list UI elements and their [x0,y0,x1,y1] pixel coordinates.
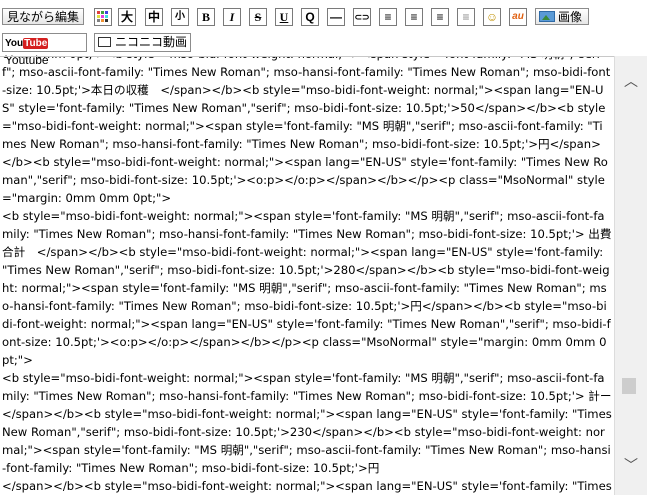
align-left-button[interactable]: ≡ [379,8,397,26]
niconico-button-label: ニコニコ動画 [115,35,188,49]
au-emoji-button[interactable]: au [509,8,527,26]
youtube-button[interactable]: YouTube Youtube [2,33,87,67]
color-grid-icon[interactable] [94,8,112,26]
niconico-button[interactable]: ニコニコ動画 [94,33,191,52]
emoji-button[interactable]: ☺ [483,8,501,26]
scroll-down-icon[interactable]: ﹀ [615,454,647,476]
quote-button[interactable]: Q [301,8,319,26]
font-medium-button[interactable]: 中 [145,8,163,26]
image-button[interactable]: 画像 [535,8,589,25]
html-source-content: 0mm 0mm 0pt; ><b style="mso-bidi-font-we… [2,57,612,493]
scroll-up-icon[interactable]: ︿ [615,70,647,92]
underline-button[interactable]: U [275,8,293,26]
image-button-label: 画像 [558,10,583,24]
html-source-textarea[interactable]: 0mm 0mm 0pt; ><b style="mso-bidi-font-we… [0,56,614,495]
bold-button[interactable]: B [197,8,215,26]
font-large-button[interactable]: 大 [118,8,136,26]
scroll-thumb[interactable] [622,378,636,395]
wysiwyg-toggle-button[interactable]: 見ながら編集 [2,8,85,25]
align-right-button[interactable]: ≡ [405,8,423,26]
hr-button[interactable]: — [327,8,345,26]
strike-button[interactable]: S [249,8,267,26]
editor-toolbar: 見ながら編集 大 中 小 B I S U Q — ⊂⊃ ≡ ≡ ≡ ≡ ☺ au… [0,0,647,67]
font-small-button[interactable]: 小 [171,8,189,26]
image-icon [539,11,555,22]
align-center-button[interactable]: ≡ [431,8,449,26]
vertical-scrollbar[interactable]: ︿ ﹀ [614,56,647,495]
italic-button[interactable]: I [223,8,241,26]
tv-icon [98,37,111,47]
indent-button[interactable]: ≡ [457,8,475,26]
link-button[interactable]: ⊂⊃ [353,8,371,26]
youtube-logo: YouTube [5,38,49,49]
